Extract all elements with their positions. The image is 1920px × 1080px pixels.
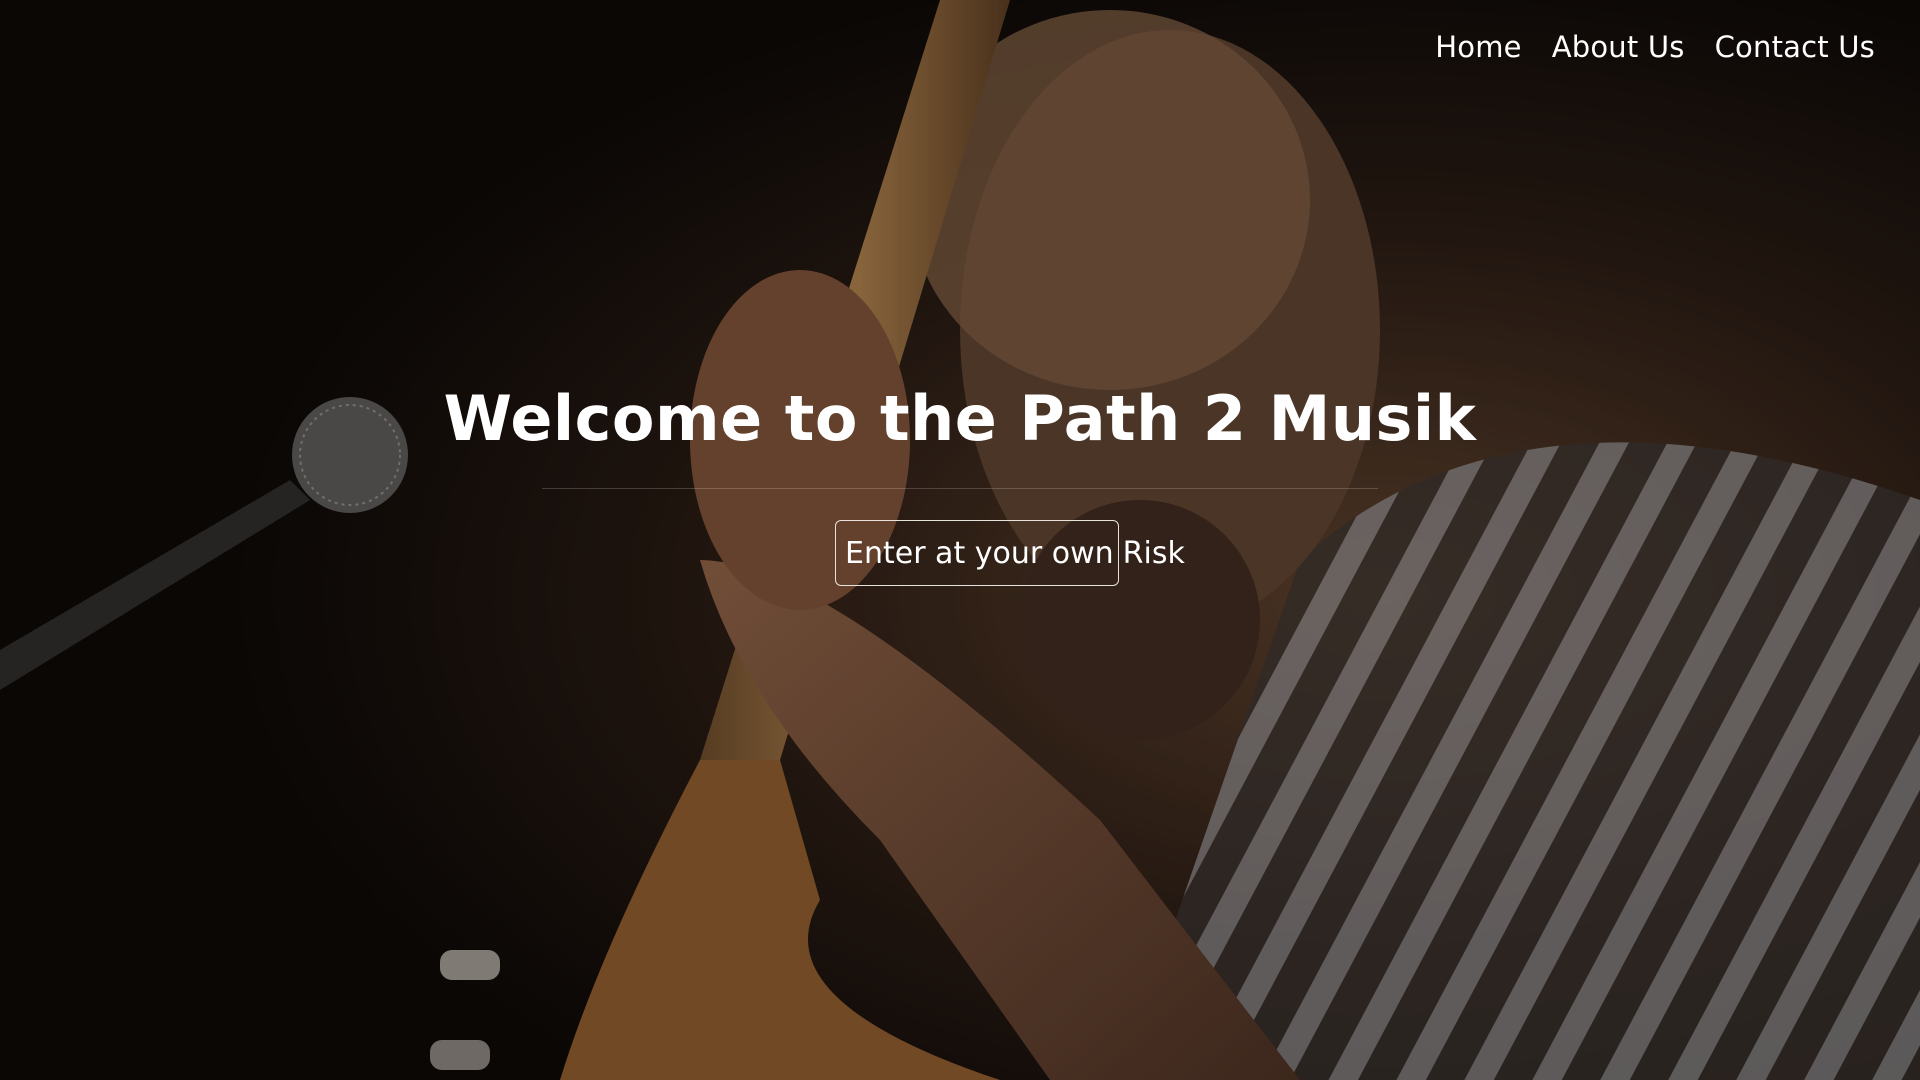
enter-button-overflow-text[interactable]: Risk [1119, 536, 1185, 571]
hero-section: Welcome to the Path 2 Musik Enter at you… [0, 382, 1920, 586]
top-nav: Home About Us Contact Us [1435, 30, 1875, 64]
enter-button[interactable]: Enter at your own [835, 520, 1119, 586]
hero-title: Welcome to the Path 2 Musik [443, 382, 1477, 455]
nav-contact-link[interactable]: Contact Us [1715, 30, 1875, 64]
landing-page: Home About Us Contact Us Welcome to the … [0, 0, 1920, 1080]
enter-group: Enter at your own Risk [835, 520, 1185, 586]
nav-about-link[interactable]: About Us [1552, 30, 1685, 64]
hero-divider [542, 488, 1378, 489]
nav-home-link[interactable]: Home [1435, 30, 1521, 64]
